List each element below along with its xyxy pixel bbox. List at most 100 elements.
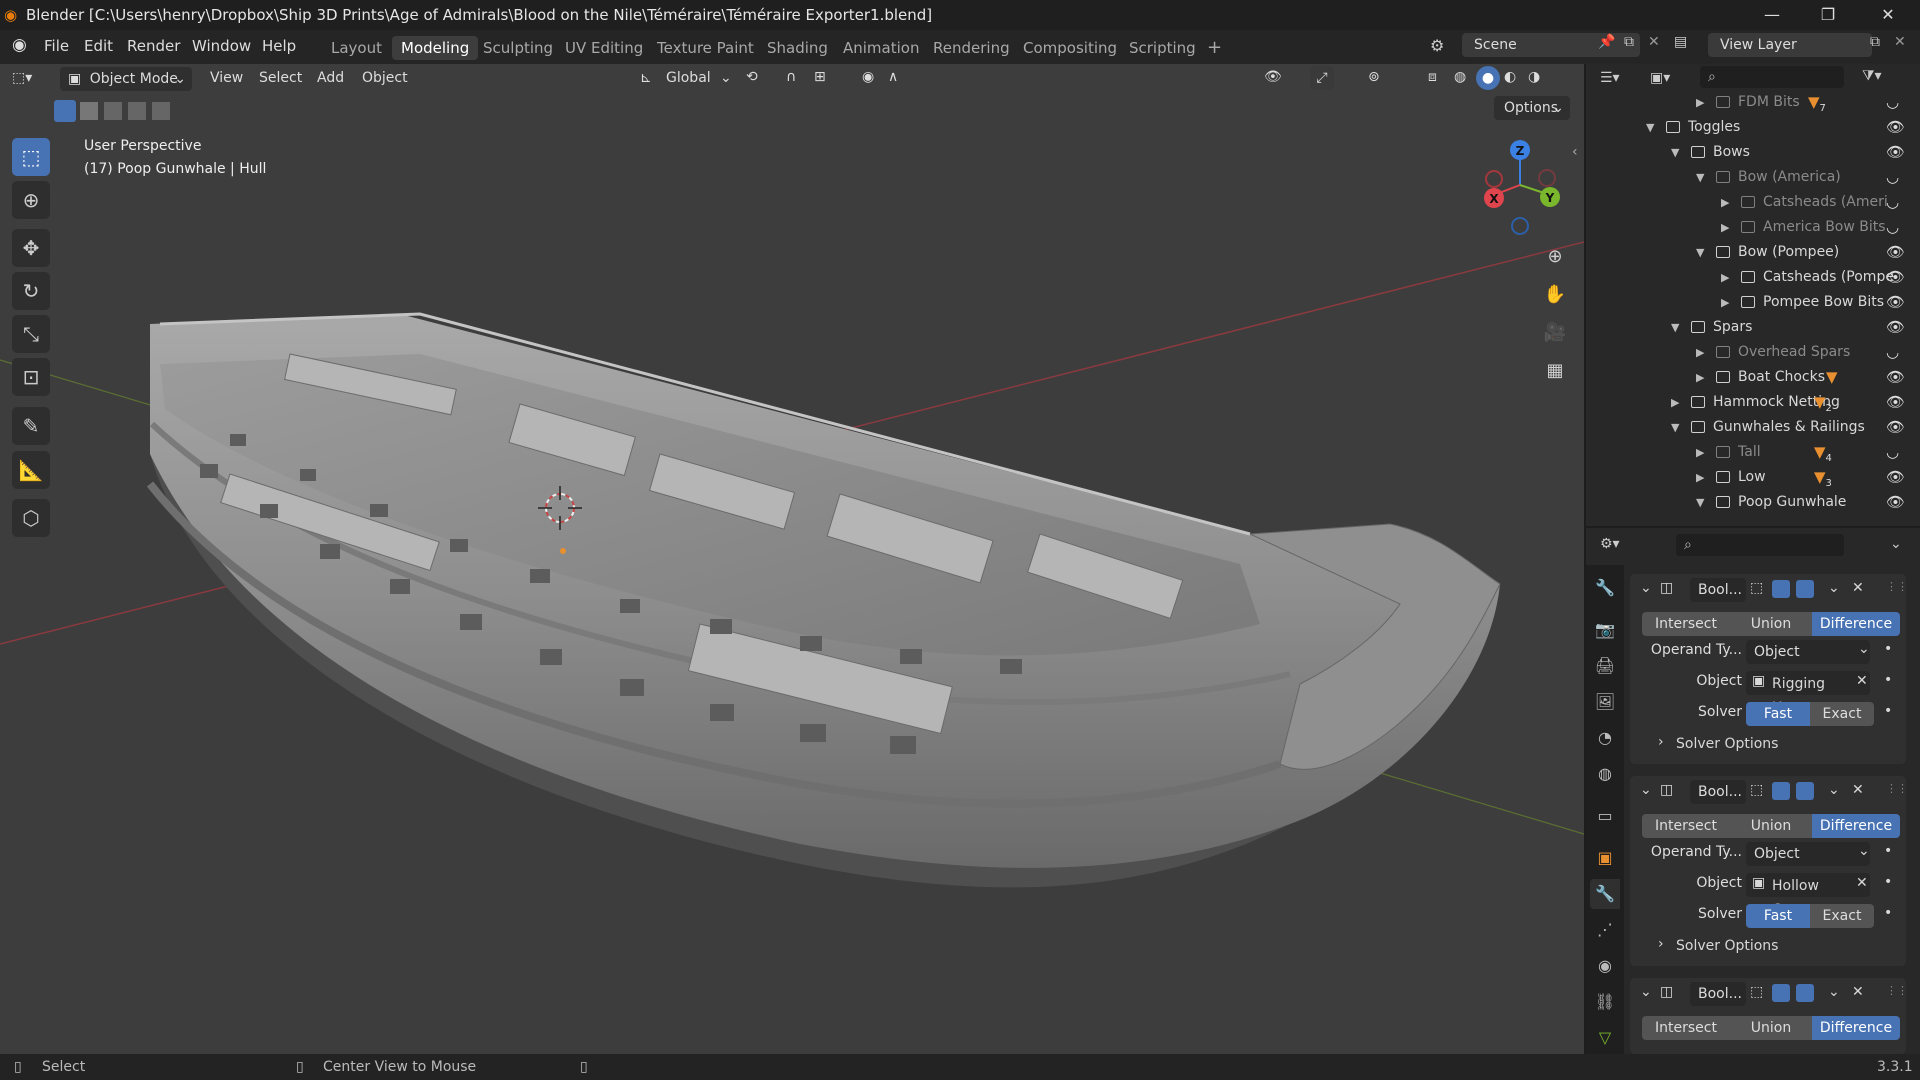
- navigation-gizmo[interactable]: Z X Y: [1470, 130, 1580, 240]
- collapse-arrow-icon[interactable]: ▶: [1721, 265, 1729, 290]
- add-cube-tool[interactable]: ⬡: [12, 499, 50, 537]
- snap-target-icon[interactable]: ⊞: [814, 69, 826, 85]
- view-layer-tab-icon[interactable]: 🖼: [1590, 687, 1620, 717]
- outliner-row[interactable]: ▶ America Bow Bits ◡: [1586, 215, 1920, 240]
- outliner-row[interactable]: ▶ Hammock Netting ▼2 👁: [1586, 390, 1920, 415]
- expand-arrow-icon[interactable]: ▼: [1696, 240, 1704, 265]
- expand-arrow-icon[interactable]: ▼: [1696, 490, 1704, 515]
- collapse-arrow-icon[interactable]: ▶: [1721, 215, 1729, 240]
- operation-intersect-button[interactable]: Intersect: [1642, 814, 1730, 838]
- operation-intersect-button[interactable]: Intersect: [1642, 612, 1730, 636]
- render-tab-icon[interactable]: 📷: [1590, 615, 1620, 645]
- mode-dropdown[interactable]: ▣ Object Mode ⌄: [60, 67, 192, 91]
- collapse-arrow-icon[interactable]: ▶: [1696, 365, 1704, 390]
- snap-magnet-icon[interactable]: ∩: [786, 69, 796, 85]
- pin-icon[interactable]: 📌: [1598, 34, 1615, 50]
- eye-icon[interactable]: 👁: [1886, 490, 1905, 515]
- view-layer-icon[interactable]: ▤: [1674, 34, 1687, 50]
- operation-union-button[interactable]: Union: [1730, 1016, 1812, 1040]
- outliner-row[interactable]: ▼ Bow (Pompee) 👁: [1586, 240, 1920, 265]
- eye-icon[interactable]: 👁: [1886, 115, 1905, 140]
- properties-editor-icon[interactable]: ⚙▾: [1600, 536, 1620, 552]
- camera-icon[interactable]: 🎥: [1540, 318, 1570, 348]
- material-shading-icon[interactable]: ◐: [1504, 69, 1516, 85]
- solver-exact-button[interactable]: Exact: [1810, 904, 1874, 928]
- eye-icon[interactable]: 👁: [1886, 365, 1905, 390]
- eye-icon[interactable]: 👁: [1886, 265, 1905, 290]
- outliner-row[interactable]: ▼ Poop Gunwhale 👁: [1586, 490, 1920, 515]
- ortho-grid-icon[interactable]: ▦: [1540, 356, 1570, 386]
- eye-closed-icon[interactable]: ◡: [1886, 340, 1899, 365]
- chevron-down-icon[interactable]: ⌄: [1640, 984, 1652, 1000]
- tab-shading[interactable]: Shading: [758, 36, 837, 60]
- filter-icon[interactable]: ⧩▾: [1862, 68, 1882, 84]
- tool-tab-icon[interactable]: 🔧: [1590, 573, 1620, 603]
- tab-scripting[interactable]: Scripting: [1120, 36, 1205, 60]
- modifier-name-field[interactable]: Bool...: [1690, 982, 1746, 1006]
- expand-arrow-icon[interactable]: ▼: [1671, 315, 1679, 340]
- overlays-icon[interactable]: ⊚: [1368, 69, 1380, 85]
- scene-tab-icon[interactable]: ◔: [1590, 723, 1620, 753]
- operand-type-dropdown[interactable]: Object: [1746, 640, 1870, 664]
- modifier-name-field[interactable]: Bool...: [1690, 578, 1746, 602]
- edit-mode-toggle-icon[interactable]: ⬚: [1750, 984, 1763, 1000]
- modifier-tab-icon[interactable]: 🔧: [1590, 879, 1620, 909]
- blender-menu-icon[interactable]: ◉: [12, 35, 27, 55]
- operation-union-button[interactable]: Union: [1730, 612, 1812, 636]
- outliner-row[interactable]: ▶ Tall ▼4 ◡: [1586, 440, 1920, 465]
- select-extend-icon[interactable]: [80, 102, 98, 120]
- drag-handle-icon[interactable]: ⋮⋮: [1886, 580, 1908, 593]
- 3d-viewport[interactable]: [0, 64, 1584, 1054]
- menu-edit[interactable]: Edit: [84, 37, 113, 55]
- visibility-icon[interactable]: 👁: [1264, 69, 1282, 85]
- wireframe-shading-icon[interactable]: ◍: [1454, 69, 1466, 85]
- orientation-icon[interactable]: ⊾: [640, 70, 652, 86]
- viewport-toggle-icon[interactable]: [1772, 984, 1790, 1002]
- expand-arrow-icon[interactable]: ▼: [1646, 115, 1654, 140]
- eye-icon[interactable]: 👁: [1886, 315, 1905, 340]
- collapse-arrow-icon[interactable]: ▶: [1721, 290, 1729, 315]
- select-invert-icon[interactable]: [128, 102, 146, 120]
- scale-tool[interactable]: ⤡: [12, 315, 50, 353]
- outliner-row[interactable]: ▶ Low ▼3 👁: [1586, 465, 1920, 490]
- select-subtract-icon[interactable]: [104, 102, 122, 120]
- cursor-tool[interactable]: ⊕: [12, 181, 50, 219]
- menu-window[interactable]: Window: [192, 37, 251, 55]
- menu-file[interactable]: File: [44, 37, 69, 55]
- collapse-arrow-icon[interactable]: ▶: [1696, 465, 1704, 490]
- operation-intersect-button[interactable]: Intersect: [1642, 1016, 1730, 1040]
- world-tab-icon[interactable]: ◍: [1590, 759, 1620, 789]
- delete-scene-icon[interactable]: ✕: [1648, 34, 1660, 50]
- proportional-edit-icon[interactable]: ◉: [862, 69, 874, 85]
- solver-options-subpanel[interactable]: Solver Options: [1676, 736, 1778, 752]
- eye-icon[interactable]: 👁: [1886, 415, 1905, 440]
- chevron-down-icon[interactable]: ⌄: [1828, 984, 1840, 1000]
- drag-handle-icon[interactable]: ⋮⋮: [1886, 782, 1908, 795]
- tab-animation[interactable]: Animation: [834, 36, 928, 60]
- eye-closed-icon[interactable]: ◡: [1886, 190, 1899, 215]
- outliner-row[interactable]: ▼ Gunwhales & Railings 👁: [1586, 415, 1920, 440]
- outliner-row[interactable]: ▶ Catsheads (Pompe 👁: [1586, 265, 1920, 290]
- chevron-down-icon[interactable]: ⌄: [1828, 782, 1840, 798]
- eye-icon[interactable]: 👁: [1886, 390, 1905, 415]
- tab-compositing[interactable]: Compositing: [1014, 36, 1126, 60]
- menu-help[interactable]: Help: [262, 37, 296, 55]
- drag-handle-icon[interactable]: ⋮⋮: [1886, 984, 1908, 997]
- properties-search-input[interactable]: ⌕: [1676, 534, 1844, 556]
- chevron-down-icon[interactable]: ⌄: [1640, 782, 1652, 798]
- view-layer-field[interactable]: View Layer: [1708, 33, 1872, 57]
- falloff-icon[interactable]: ∧: [888, 69, 898, 85]
- new-view-layer-icon[interactable]: ⧉: [1870, 34, 1880, 50]
- edit-mode-toggle-icon[interactable]: ⬚: [1750, 782, 1763, 798]
- keyframe-dot-icon[interactable]: •: [1884, 672, 1892, 688]
- collapse-arrow-icon[interactable]: ▶: [1696, 90, 1704, 115]
- sidebar-toggle-icon[interactable]: ‹: [1572, 144, 1578, 160]
- solver-fast-button[interactable]: Fast: [1746, 702, 1810, 726]
- outliner-row[interactable]: ▶ FDM Bits ▼7 ◡: [1586, 90, 1920, 115]
- collection-tab-icon[interactable]: ▭: [1590, 801, 1620, 831]
- edit-mode-toggle-icon[interactable]: ⬚: [1750, 580, 1763, 596]
- menu-view[interactable]: View: [210, 70, 243, 86]
- outliner-row[interactable]: ▶ Pompee Bow Bits 👁: [1586, 290, 1920, 315]
- clear-object-icon[interactable]: ✕: [1856, 673, 1868, 689]
- delete-view-layer-icon[interactable]: ✕: [1894, 34, 1906, 50]
